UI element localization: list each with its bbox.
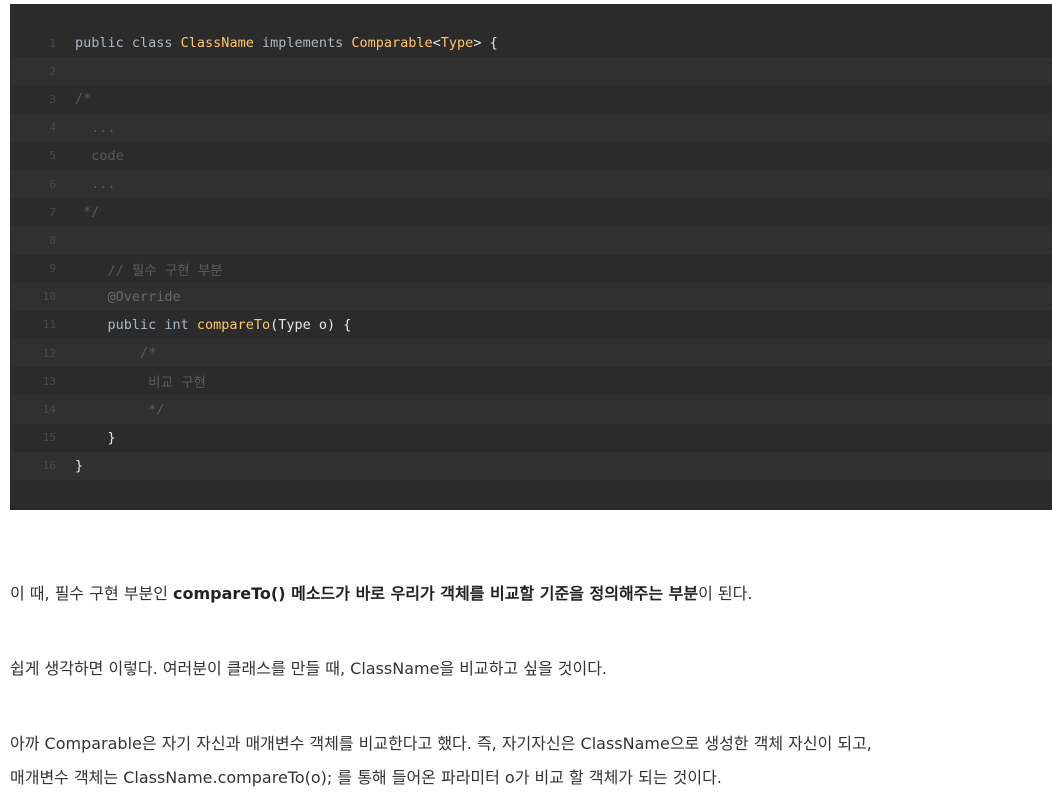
code-line: 5 code (10, 142, 1052, 170)
code-token: /* (75, 345, 157, 362)
code-line: 14 */ (10, 395, 1052, 424)
code-token: public class (75, 35, 181, 52)
line-number: 3 (49, 92, 56, 106)
code-token: 비교 구현 (75, 375, 206, 392)
code-line: 10 @Override (10, 282, 1052, 311)
paragraph-text: 이 때, 필수 구현 부분인 (10, 584, 173, 603)
code-token: implements (253, 35, 352, 52)
code-line: 7 */ (10, 198, 1052, 226)
code-line: 4 ... (10, 113, 1052, 142)
code-line: 12 /* (10, 339, 1052, 368)
code-token: public int (75, 316, 197, 333)
code-line: 15 } (10, 424, 1052, 452)
code-line: 13 비교 구현 (10, 367, 1052, 395)
line-number: 6 (49, 177, 56, 191)
code-line: 16} (10, 451, 1052, 480)
line-number: 12 (42, 346, 56, 360)
line-number: 16 (42, 459, 56, 473)
line-number: 5 (49, 149, 56, 163)
line-number: 1 (49, 36, 56, 50)
code-token: Comparable (351, 35, 433, 52)
code-token: } (75, 429, 116, 446)
code-token: // 필수 구현 부분 (75, 262, 223, 279)
code-line: 3 /* (10, 85, 1052, 113)
code-token: Type (440, 35, 474, 52)
code-token: @Override (75, 288, 181, 305)
code-token: */ (75, 204, 100, 221)
code-line: 6 ... (10, 169, 1052, 199)
paragraph-comparable-line-2: 매개변수 객체는 ClassName.compareTo(o); 를 통해 들어… (10, 768, 722, 787)
line-number: 13 (42, 374, 56, 388)
paragraph-explanation: 쉽게 생각하면 이렇다. 여러분이 클래스를 만들 때, ClassName을 … (10, 659, 608, 678)
code-block: 1 public class ClassName implements Compa… (10, 4, 1052, 510)
code-line: 2 (10, 57, 1052, 86)
code-token: } (75, 457, 84, 474)
paragraph-comparable-line-1: 아까 Comparable은 자기 자신과 매개변수 객체를 비교한다고 했다.… (10, 734, 872, 753)
line-number: 8 (49, 233, 56, 247)
code-token: */ (75, 401, 165, 418)
line-number: 2 (49, 64, 56, 78)
code-token: (Type o) { (270, 316, 352, 333)
line-number: 14 (42, 403, 56, 417)
code-token: < (432, 35, 441, 52)
code-token: > { (473, 35, 498, 52)
code-line: 11 public int compareTo (Type o) { (10, 311, 1052, 339)
line-number: 15 (42, 431, 56, 445)
code-token: /* (75, 91, 92, 108)
paragraph-compareto: 이 때, 필수 구현 부분인 compareTo() 메소드가 바로 우리가 객… (10, 580, 752, 608)
code-line: 9 // 필수 구현 부분 (10, 255, 1052, 283)
code-line: 1 public class ClassName implements Compa… (10, 29, 1052, 57)
line-number: 10 (42, 290, 56, 304)
line-number: 11 (42, 318, 56, 332)
code-token: compareTo (196, 316, 271, 333)
line-number: 9 (49, 262, 56, 276)
code-token: ... (75, 176, 116, 193)
line-number: 4 (49, 121, 56, 135)
code-token: ClassName (180, 35, 254, 52)
line-number: 7 (49, 205, 56, 219)
paragraph-text: 이 된다. (698, 584, 753, 603)
paragraph-bold-text: compareTo() 메소드가 바로 우리가 객체를 비교할 기준을 정의해주… (173, 584, 699, 603)
code-line: 8 (10, 226, 1052, 255)
code-token: ... (75, 119, 116, 136)
code-token: code (75, 147, 124, 164)
